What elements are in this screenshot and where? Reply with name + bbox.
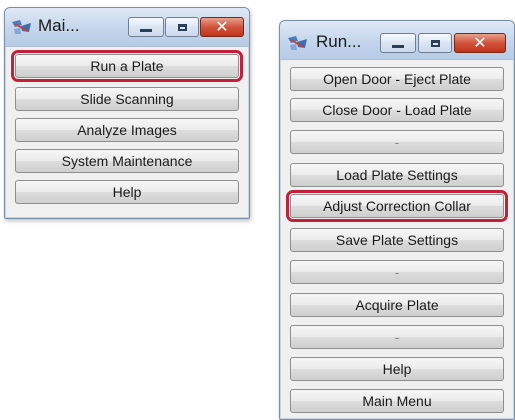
main-window-titlebar[interactable]: Mai... ✕ xyxy=(5,8,249,47)
close-button[interactable]: ✕ xyxy=(200,17,244,37)
app-icon xyxy=(12,20,31,34)
help-button[interactable]: Help xyxy=(15,180,239,204)
close-door-load-plate-button[interactable]: Close Door - Load Plate xyxy=(290,98,504,122)
maximize-button[interactable] xyxy=(418,33,452,53)
close-button[interactable]: ✕ xyxy=(454,33,506,53)
close-icon: ✕ xyxy=(215,17,229,36)
help-button[interactable]: Help xyxy=(290,357,504,381)
acquire-plate-button[interactable]: Acquire Plate xyxy=(290,293,504,317)
maximize-button[interactable] xyxy=(165,17,199,37)
close-icon: ✕ xyxy=(473,33,487,52)
blank-button[interactable]: - xyxy=(290,325,504,349)
blank-button[interactable]: - xyxy=(290,260,504,284)
maximize-icon xyxy=(430,39,440,47)
blank-button[interactable]: - xyxy=(290,130,504,154)
minimize-icon xyxy=(140,29,152,32)
load-plate-settings-button[interactable]: Load Plate Settings xyxy=(290,163,504,187)
analyze-images-button[interactable]: Analyze Images xyxy=(15,118,239,142)
minimize-button[interactable] xyxy=(380,33,416,53)
main-menu-button[interactable]: Main Menu xyxy=(290,389,504,413)
slide-scanning-button[interactable]: Slide Scanning xyxy=(15,87,239,111)
window-title: Mai... xyxy=(38,16,80,35)
maximize-icon xyxy=(177,23,187,31)
minimize-icon xyxy=(392,45,404,48)
system-maintenance-button[interactable]: System Maintenance xyxy=(15,149,239,173)
run-a-plate-button[interactable]: Run a Plate xyxy=(11,50,243,82)
run-plate-window: Run... ✕ Open Door - Eject Plate Close D… xyxy=(279,20,515,420)
window-title: Run... xyxy=(316,32,362,51)
main-menu-window: Mai... ✕ Run a Plate Slide Scanning Anal… xyxy=(4,7,250,219)
run-window-titlebar[interactable]: Run... ✕ xyxy=(280,21,514,60)
adjust-correction-collar-button[interactable]: Adjust Correction Collar xyxy=(286,190,508,222)
open-door-eject-plate-button[interactable]: Open Door - Eject Plate xyxy=(290,67,504,91)
minimize-button[interactable] xyxy=(128,17,164,37)
app-icon xyxy=(288,36,307,50)
save-plate-settings-button[interactable]: Save Plate Settings xyxy=(290,228,504,252)
